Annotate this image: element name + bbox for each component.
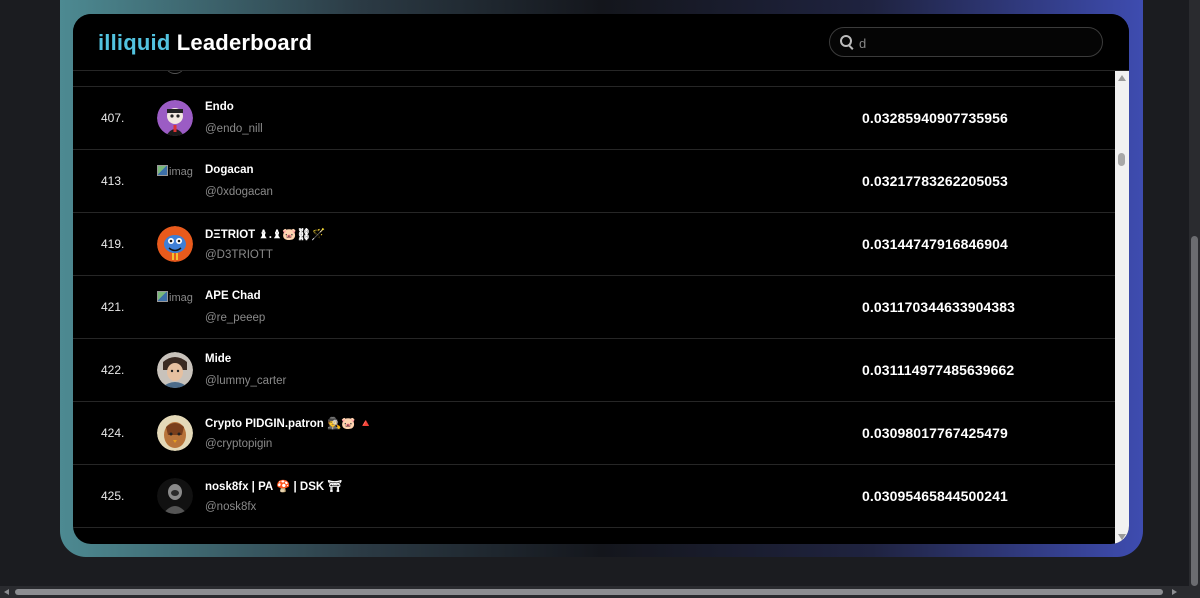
display-name[interactable]: Dogacan (205, 164, 254, 176)
rank: 413. (101, 174, 125, 188)
display-name[interactable]: DΞTRIOT ♝.♝🐷⛓🪄 (205, 227, 325, 241)
scroll-left-arrow-icon[interactable] (4, 589, 9, 595)
leaderboard-row[interactable]: 413. imag Dogacan @0xdogacan 0.032177832… (73, 150, 1115, 213)
username[interactable]: @lummy_carter (205, 375, 286, 387)
list-scroll-thumb[interactable] (1118, 153, 1125, 166)
score: 0.031114977485639662 (862, 362, 1015, 378)
display-name[interactable]: APE Chad (205, 290, 261, 302)
scroll-up-arrow-icon[interactable] (1118, 75, 1126, 81)
brand-logo[interactable]: illiquid (98, 30, 170, 55)
broken-image-avatar[interactable]: imag (157, 291, 193, 307)
score: 0.03285940907735956 (862, 110, 1008, 126)
partial-avatar (165, 71, 185, 74)
image-alt-text: imag (169, 166, 193, 178)
leaderboard-row[interactable]: 424. Crypto PIDGIN.patron 🕵🐷 🔺 @cryptopi… (73, 402, 1115, 465)
score: 0.031170344633904383 (862, 299, 1016, 315)
username[interactable]: @D3TRIOTT (205, 249, 273, 261)
page-vertical-scrollbar[interactable] (1189, 0, 1200, 586)
rank: 422. (101, 363, 125, 377)
rank: 425. (101, 489, 125, 503)
display-name[interactable]: Mide (205, 353, 231, 365)
scroll-down-arrow-icon[interactable] (1118, 534, 1126, 540)
username[interactable]: @endo_nill (205, 123, 263, 135)
avatar[interactable] (157, 415, 193, 451)
leaderboard-row[interactable]: 422. Mide @lummy_carter 0.03111497748563… (73, 339, 1115, 402)
score: 0.03217783262205053 (862, 173, 1008, 189)
broken-image-avatar[interactable]: imag (157, 165, 193, 181)
leaderboard-row[interactable]: 425. nosk8fx | PA 🍄 | DSK ⛩ @nosk8fx 0.0… (73, 465, 1115, 528)
leaderboard-row[interactable]: 419. DΞTRIOT ♝.♝🐷⛓🪄 @D3TRIOTT 0.03144747… (73, 213, 1115, 276)
rank: 419. (101, 237, 125, 251)
score: 0.03144747916846904 (862, 236, 1008, 252)
rank: 421. (101, 300, 125, 314)
image-alt-text: imag (169, 292, 193, 304)
page-vertical-scroll-thumb[interactable] (1191, 236, 1198, 586)
partial-row (73, 71, 1115, 87)
page-title: illiquid Leaderboard (98, 30, 312, 56)
search-box[interactable] (829, 27, 1103, 57)
rank: 407. (101, 111, 125, 125)
page-horizontal-scroll-thumb[interactable] (15, 589, 1163, 595)
username[interactable]: @cryptopigin (205, 438, 272, 450)
avatar[interactable] (157, 478, 193, 514)
username[interactable]: @0xdogacan (205, 186, 273, 198)
page-horizontal-scrollbar[interactable] (0, 586, 1200, 598)
broken-image-icon (157, 291, 168, 302)
display-name[interactable]: nosk8fx | PA 🍄 | DSK ⛩ (205, 479, 342, 493)
search-input[interactable] (857, 32, 1097, 54)
avatar[interactable] (157, 100, 193, 136)
leaderboard-row[interactable]: 421. imag APE Chad @re_peeep 0.031170344… (73, 276, 1115, 339)
header: illiquid Leaderboard (73, 14, 1129, 71)
username[interactable]: @re_peeep (205, 312, 265, 324)
display-name[interactable]: Crypto PIDGIN.patron 🕵🐷 🔺 (205, 416, 373, 430)
search-icon (840, 35, 852, 47)
leaderboard-list[interactable]: 407. Endo @endo_nill 0.03285940907735956… (73, 71, 1115, 544)
avatar[interactable] (157, 226, 193, 262)
score: 0.03095465844500241 (862, 488, 1008, 504)
score: 0.03098017767425479 (862, 425, 1008, 441)
list-scrollbar[interactable] (1115, 71, 1129, 544)
leaderboard-title: Leaderboard (176, 30, 313, 55)
rank: 424. (101, 426, 125, 440)
scroll-right-arrow-icon[interactable] (1172, 589, 1177, 595)
display-name[interactable]: Endo (205, 101, 234, 113)
username[interactable]: @nosk8fx (205, 501, 256, 513)
leaderboard-row[interactable]: 407. Endo @endo_nill 0.03285940907735956 (73, 87, 1115, 150)
leaderboard-panel: illiquid Leaderboard 407. (73, 14, 1129, 544)
avatar[interactable] (157, 352, 193, 388)
broken-image-icon (157, 165, 168, 176)
